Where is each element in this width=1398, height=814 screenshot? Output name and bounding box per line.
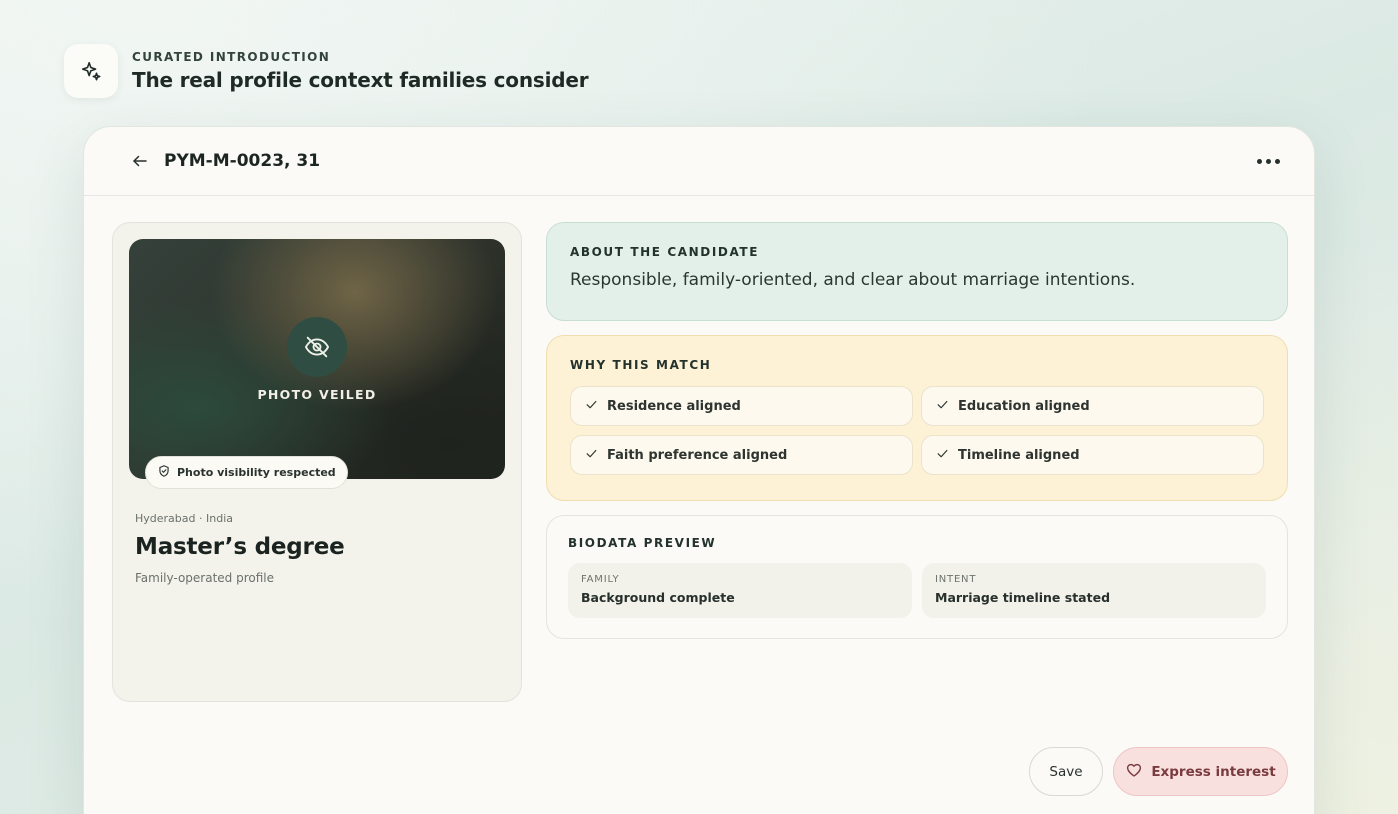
check-icon <box>936 398 949 415</box>
express-interest-label: Express interest <box>1151 763 1276 780</box>
biodata-eyebrow: BIODATA PREVIEW <box>568 536 717 550</box>
veiled-photo: PHOTO VEILED <box>129 239 505 479</box>
photo-visibility-badge: Photo visibility respected <box>145 456 348 489</box>
check-icon <box>585 447 598 464</box>
match-item-label: Education aligned <box>958 398 1090 414</box>
save-button[interactable]: Save <box>1029 747 1103 796</box>
check-icon <box>585 398 598 415</box>
shield-check-icon <box>157 464 171 481</box>
biodata-cell-family: FAMILY Background complete <box>568 563 912 618</box>
about-text: Responsible, family-oriented, and clear … <box>570 270 1136 290</box>
intro-eyebrow: CURATED INTRODUCTION <box>132 50 331 64</box>
why-eyebrow: WHY THIS MATCH <box>570 358 712 372</box>
profile-title: PYM-M-0023, 31 <box>164 151 321 171</box>
biodata-cell-value: Background complete <box>581 590 735 605</box>
match-item-label: Faith preference aligned <box>607 447 788 463</box>
check-icon <box>936 447 949 464</box>
match-item-label: Residence aligned <box>607 398 741 414</box>
arrow-left-icon[interactable] <box>130 151 150 171</box>
match-item: Faith preference aligned <box>570 435 913 475</box>
profile-summary-panel: PHOTO VEILED Photo visibility respected … <box>112 222 522 702</box>
profile-degree: Master’s degree <box>135 534 345 560</box>
biodata-cell-label: FAMILY <box>581 574 620 585</box>
biodata-cell-label: INTENT <box>935 574 977 585</box>
card-header: PYM-M-0023, 31 <box>84 127 1314 196</box>
photo-visibility-text: Photo visibility respected <box>177 466 336 479</box>
biodata-cell-value: Marriage timeline stated <box>935 590 1111 605</box>
express-interest-button[interactable]: Express interest <box>1113 747 1288 796</box>
profile-location: Hyderabad · India <box>135 512 233 525</box>
profile-operated-by: Family-operated profile <box>135 571 275 585</box>
biodata-cell-intent: INTENT Marriage timeline stated <box>922 563 1266 618</box>
match-item-label: Timeline aligned <box>958 447 1080 463</box>
about-eyebrow: ABOUT THE CANDIDATE <box>570 245 760 259</box>
match-item: Education aligned <box>921 386 1264 426</box>
photo-veiled-label: PHOTO VEILED <box>257 387 377 402</box>
heart-icon <box>1125 761 1143 783</box>
biodata-preview-section: BIODATA PREVIEW FAMILY Background comple… <box>546 515 1288 639</box>
profile-card: PYM-M-0023, 31 PHOTO VEILED Photo visibi… <box>83 126 1315 814</box>
curated-introduction: CURATED INTRODUCTION The real profile co… <box>64 44 589 98</box>
sparkle-icon <box>64 44 118 98</box>
why-this-match-section: WHY THIS MATCH Residence aligned Educati… <box>546 335 1288 501</box>
eye-off-icon <box>287 317 347 377</box>
about-candidate-section: ABOUT THE CANDIDATE Responsible, family-… <box>546 222 1288 321</box>
match-item: Timeline aligned <box>921 435 1264 475</box>
match-item: Residence aligned <box>570 386 913 426</box>
intro-title: The real profile context families consid… <box>132 68 589 92</box>
more-horizontal-icon[interactable] <box>1255 153 1282 170</box>
